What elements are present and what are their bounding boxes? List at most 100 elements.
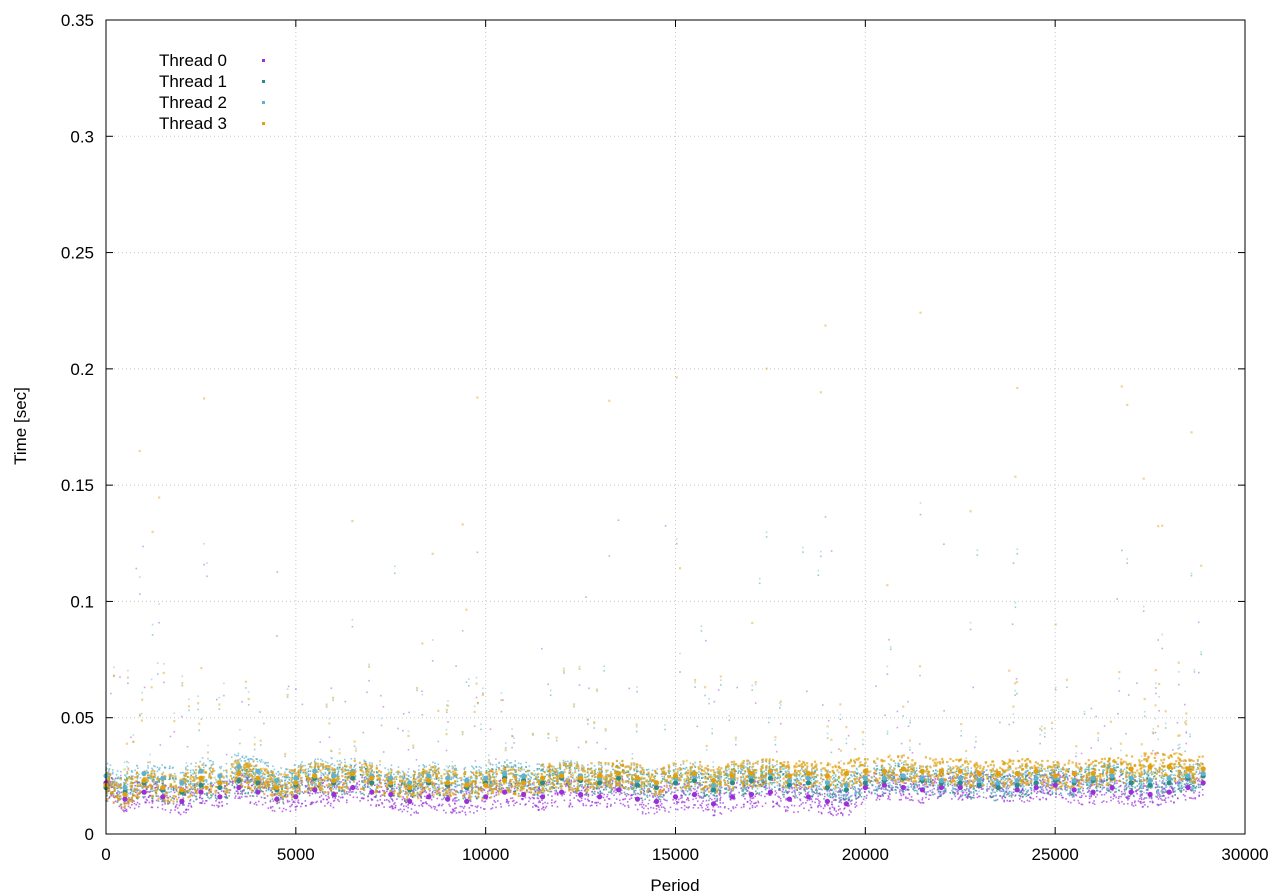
- noise-point: [136, 801, 139, 804]
- noise-point: [138, 781, 140, 784]
- noise-point: [838, 791, 841, 793]
- noise-point: [1176, 721, 1179, 724]
- noise-point: [617, 519, 620, 521]
- noise-point: [1001, 787, 1003, 789]
- noise-point: [818, 799, 820, 802]
- noise-point: [495, 806, 497, 809]
- noise-point: [682, 767, 685, 770]
- noise-point: [876, 797, 879, 799]
- noise-point: [407, 794, 410, 796]
- noise-point: [473, 812, 475, 814]
- noise-point: [919, 513, 922, 516]
- noise-point: [1005, 787, 1008, 790]
- noise-point: [719, 802, 722, 804]
- noise-point: [1093, 800, 1095, 802]
- noise-point: [500, 769, 503, 772]
- noise-point: [1197, 778, 1200, 780]
- noise-point: [190, 791, 192, 793]
- noise-point: [896, 710, 899, 713]
- noise-point: [541, 799, 543, 801]
- noise-point: [243, 772, 246, 775]
- noise-point: [582, 787, 585, 790]
- noise-point: [854, 806, 857, 808]
- noise-point: [624, 805, 626, 807]
- noise-point: [782, 788, 784, 791]
- noise-point: [639, 793, 641, 796]
- noise-point: [947, 785, 949, 787]
- noise-point: [581, 785, 583, 788]
- noise-point: [962, 791, 965, 794]
- noise-point: [1021, 789, 1023, 791]
- noise-point: [764, 802, 767, 805]
- noise-point: [843, 808, 845, 810]
- noise-point: [125, 810, 128, 813]
- noise-point: [1199, 786, 1202, 788]
- noise-point: [1133, 801, 1136, 804]
- noise-point: [695, 797, 697, 800]
- noise-point: [758, 793, 760, 796]
- noise-point: [839, 789, 842, 792]
- noise-point: [308, 794, 311, 797]
- noise-point: [119, 676, 121, 678]
- noise-point: [537, 797, 540, 800]
- noise-point: [126, 771, 128, 773]
- noise-point: [822, 807, 825, 810]
- noise-point: [322, 781, 324, 784]
- noise-point: [286, 794, 289, 796]
- noise-point: [702, 781, 704, 783]
- noise-point: [949, 783, 952, 786]
- noise-point: [434, 808, 436, 810]
- noise-point: [520, 798, 523, 800]
- noise-point: [838, 748, 840, 750]
- noise-point: [116, 801, 119, 803]
- noise-point: [1155, 692, 1157, 695]
- noise-point: [215, 800, 217, 802]
- noise-point: [365, 776, 367, 778]
- noise-point: [381, 794, 383, 796]
- noise-point: [511, 797, 514, 799]
- noise-point: [190, 805, 192, 807]
- noise-point: [1088, 795, 1091, 797]
- noise-point: [802, 551, 804, 553]
- noise-point: [651, 792, 653, 795]
- noise-point: [299, 772, 302, 774]
- noise-point: [951, 798, 953, 800]
- noise-point: [1133, 795, 1135, 798]
- noise-point: [860, 795, 863, 798]
- noise-point: [749, 807, 751, 810]
- noise-point: [129, 806, 132, 809]
- noise-point: [410, 814, 412, 816]
- noise-point: [925, 796, 927, 799]
- noise-point: [649, 783, 651, 785]
- noise-point: [1117, 797, 1120, 800]
- noise-point: [1123, 788, 1126, 791]
- noise-point: [800, 803, 803, 806]
- noise-point: [581, 784, 583, 786]
- noise-point: [415, 810, 417, 813]
- noise-point: [641, 806, 643, 808]
- noise-point: [206, 575, 208, 578]
- noise-point: [717, 806, 720, 808]
- noise-point: [609, 805, 612, 807]
- noise-point: [1195, 771, 1198, 773]
- noise-point: [738, 770, 740, 772]
- noise-point: [1080, 752, 1083, 755]
- noise-point: [910, 773, 913, 775]
- noise-point: [402, 790, 405, 792]
- noise-point: [269, 799, 272, 802]
- noise-point: [402, 713, 405, 715]
- noise-point: [411, 802, 414, 805]
- noise-point: [690, 789, 692, 792]
- noise-point: [507, 802, 509, 804]
- noise-point: [1162, 770, 1164, 773]
- noise-point: [1051, 780, 1053, 783]
- noise-point: [779, 780, 782, 782]
- noise-point: [688, 793, 690, 796]
- noise-point: [1082, 783, 1085, 786]
- noise-point: [460, 790, 463, 793]
- noise-point: [1016, 692, 1018, 695]
- noise-point: [1147, 789, 1149, 791]
- noise-point: [1152, 749, 1154, 752]
- noise-point: [644, 798, 646, 801]
- noise-point: [725, 791, 728, 794]
